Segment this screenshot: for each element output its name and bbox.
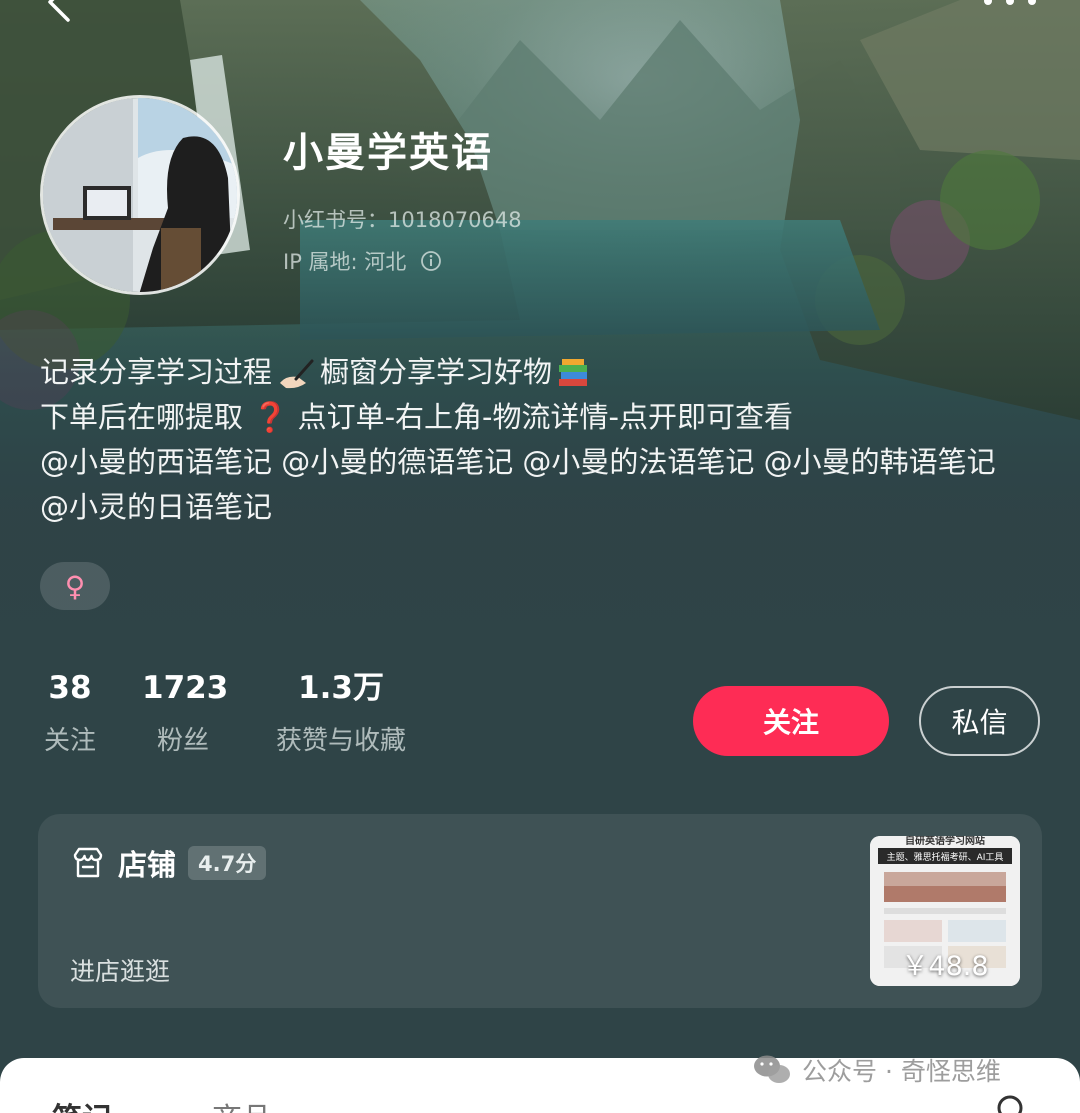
shop-rating-badge: 4.7分 bbox=[188, 846, 267, 880]
follow-button[interactable]: 关注 bbox=[693, 686, 889, 756]
stat-following[interactable]: 38 关注 bbox=[40, 668, 100, 757]
shop-card[interactable]: 店铺 4.7分 进店逛逛 主题、雅思托福考研、AI工具 自研英语学习网站 ￥48… bbox=[38, 814, 1042, 1008]
stat-fans[interactable]: 1723 粉丝 bbox=[142, 668, 229, 757]
product-header: 自研英语学习网站 bbox=[905, 836, 985, 847]
ip-location: IP 属地: 河北 bbox=[283, 250, 407, 274]
info-icon[interactable] bbox=[420, 250, 442, 272]
likes-count: 1.3万 bbox=[298, 670, 384, 706]
watermark: 公众号 · 奇怪思维 bbox=[752, 1052, 1001, 1088]
following-count: 38 bbox=[48, 670, 92, 706]
back-arrow-icon[interactable] bbox=[40, 0, 80, 22]
shop-title: 店铺 bbox=[118, 848, 177, 882]
store-icon bbox=[73, 847, 103, 878]
tab-goods[interactable]: 商品 bbox=[212, 1094, 272, 1113]
gender-badge: ♀ bbox=[40, 562, 110, 610]
product-subheader: 主题、雅思托福考研、AI工具 bbox=[887, 851, 1004, 863]
wechat-icon bbox=[754, 1055, 790, 1083]
profile-name: 小曼学英语 bbox=[283, 130, 493, 176]
avatar[interactable] bbox=[40, 95, 240, 295]
likes-label: 获赞与收藏 bbox=[275, 726, 406, 756]
following-label: 关注 bbox=[43, 726, 96, 756]
books-icon bbox=[559, 359, 588, 386]
search-icon[interactable] bbox=[994, 1092, 1030, 1113]
writing-hand-icon bbox=[280, 359, 314, 389]
question-mark-icon: ❓ bbox=[252, 400, 289, 434]
tab-notes[interactable]: 笔记 bbox=[52, 1094, 112, 1113]
bio-mentions[interactable]: @小曼的西语笔记 @小曼的德语笔记 @小曼的法语笔记 @小曼的韩语笔记 @小灵的… bbox=[40, 440, 1030, 530]
bio-text: 下单后在哪提取 bbox=[40, 400, 244, 434]
enter-shop-link[interactable]: 进店逛逛 bbox=[70, 952, 170, 988]
product-price: ￥48.8 bbox=[901, 951, 989, 982]
red-id: 小红书号：1018070648 bbox=[283, 208, 522, 232]
fans-count: 1723 bbox=[142, 670, 229, 706]
bio-line-1: 记录分享学习过程 橱窗分享学习好物 bbox=[40, 350, 1030, 395]
bio-line-2: 下单后在哪提取 ❓ 点订单-右上角-物流详情-点开即可查看 bbox=[40, 395, 1030, 440]
ip-location-row: IP 属地: 河北 bbox=[283, 246, 442, 276]
fans-label: 粉丝 bbox=[156, 726, 209, 756]
bio-text: 点订单-右上角-物流详情-点开即可查看 bbox=[297, 400, 793, 434]
stat-likes[interactable]: 1.3万 获赞与收藏 bbox=[266, 668, 416, 757]
product-thumbnail[interactable]: 主题、雅思托福考研、AI工具 自研英语学习网站 ￥48.8 bbox=[870, 836, 1020, 986]
profile-bio: 记录分享学习过程 橱窗分享学习好物 下单后在哪提取 ❓ 点订单-右上角-物流详情… bbox=[40, 350, 1030, 530]
shop-header: 店铺 4.7分 bbox=[70, 842, 267, 884]
avatar-photo bbox=[43, 98, 237, 292]
bio-text: 橱窗分享学习好物 bbox=[320, 355, 553, 389]
bio-text: 记录分享学习过程 bbox=[40, 355, 273, 389]
watermark-text: 公众号 · 奇怪思维 bbox=[802, 1057, 1001, 1086]
more-options-icon[interactable] bbox=[980, 0, 1040, 8]
message-button[interactable]: 私信 bbox=[919, 686, 1040, 756]
female-icon: ♀ bbox=[64, 569, 86, 603]
